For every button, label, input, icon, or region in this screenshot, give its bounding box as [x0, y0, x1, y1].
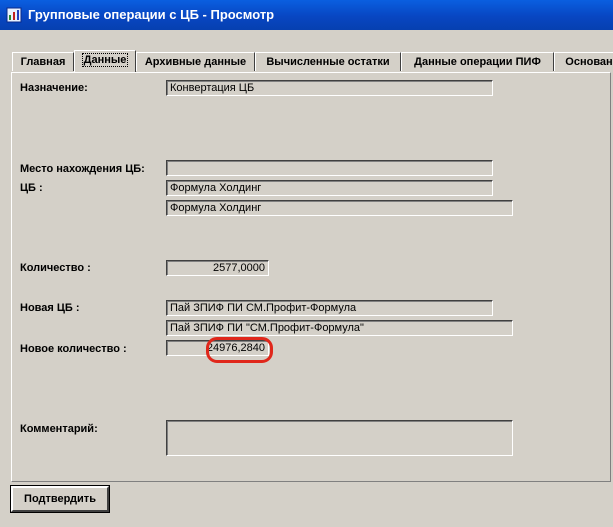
- tab-label: Вычисленные остатки: [266, 56, 390, 68]
- security-label: ЦБ :: [20, 182, 43, 194]
- purpose-label: Назначение:: [20, 82, 88, 94]
- purpose-field[interactable]: Конвертация ЦБ: [166, 80, 493, 96]
- new-security-field[interactable]: Пай ЗПИФ ПИ СМ.Профит-Формула: [166, 300, 493, 316]
- confirm-button[interactable]: Подтвердить: [10, 485, 110, 513]
- red-highlight-ellipse: [206, 337, 273, 363]
- new-quantity-label: Новое количество :: [20, 343, 127, 355]
- comment-field[interactable]: [166, 420, 513, 456]
- new-security-label: Новая ЦБ :: [20, 302, 80, 314]
- tab-label: Основан: [565, 56, 613, 68]
- tab-label: Главная: [20, 56, 66, 68]
- comment-label: Комментарий:: [20, 423, 98, 435]
- quantity-label: Количество :: [20, 262, 91, 274]
- security-fullname-field[interactable]: Формула Холдинг: [166, 200, 513, 216]
- tab-basis[interactable]: Основан: [554, 52, 613, 71]
- title-bar: Групповые операции с ЦБ - Просмотр: [0, 0, 613, 30]
- tab-strip: Главная Данные Архивные данные Вычисленн…: [12, 50, 613, 72]
- tab-fund-operation-data[interactable]: Данные операции ПИФ: [401, 52, 554, 71]
- app-window-icon: [6, 7, 22, 23]
- tab-label: Архивные данные: [144, 56, 247, 68]
- tab-main[interactable]: Главная: [12, 52, 74, 71]
- new-security-fullname-field[interactable]: Пай ЗПИФ ПИ "СМ.Профит-Формула": [166, 320, 513, 336]
- quantity-field[interactable]: 2577,0000: [166, 260, 269, 276]
- window-title: Групповые операции с ЦБ - Просмотр: [28, 7, 275, 22]
- tab-archive[interactable]: Архивные данные: [136, 52, 255, 71]
- tab-label: Данные: [81, 53, 129, 67]
- dialog-body: Главная Данные Архивные данные Вычисленн…: [0, 30, 613, 527]
- tab-data[interactable]: Данные: [74, 50, 136, 72]
- tab-label: Данные операции ПИФ: [414, 56, 541, 68]
- tab-computed-balances[interactable]: Вычисленные остатки: [255, 52, 401, 71]
- security-field[interactable]: Формула Холдинг: [166, 180, 493, 196]
- location-field[interactable]: [166, 160, 493, 176]
- location-label: Место нахождения ЦБ:: [20, 163, 145, 175]
